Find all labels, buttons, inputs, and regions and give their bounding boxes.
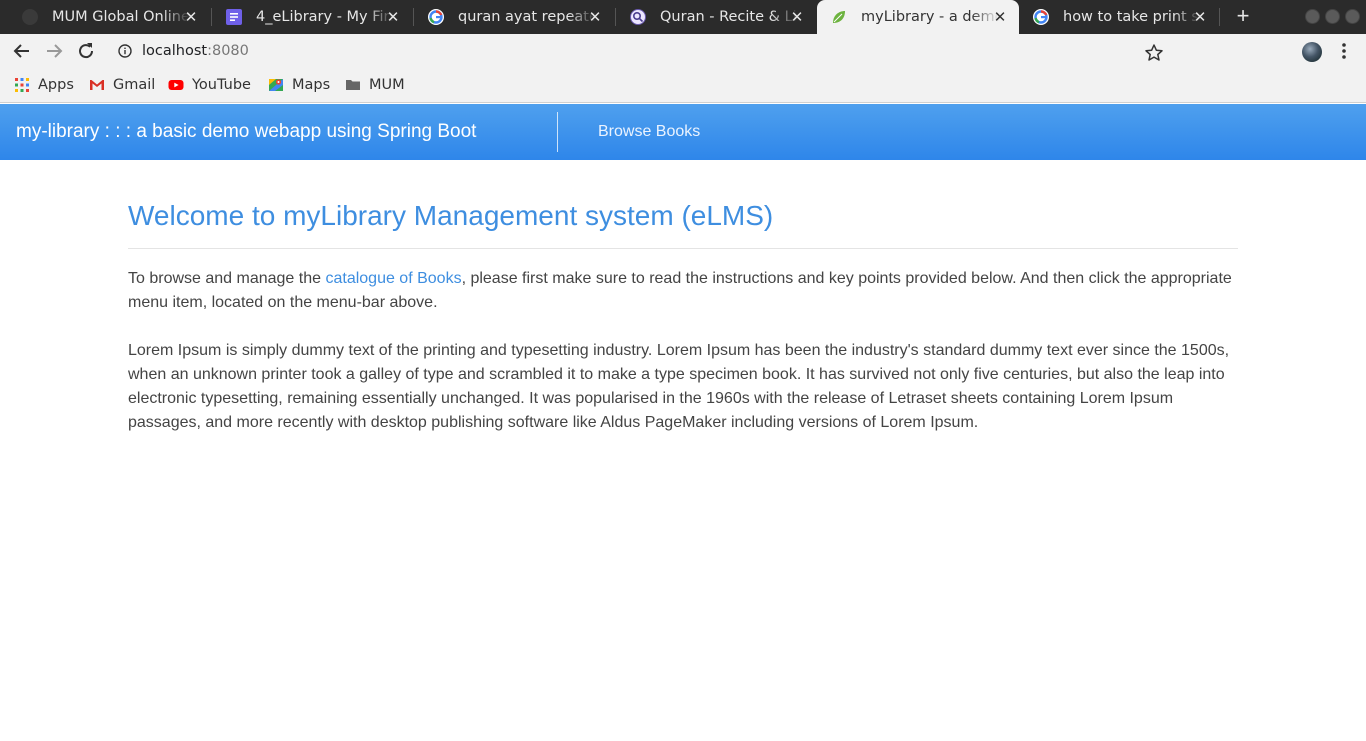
reload-button[interactable] (74, 39, 98, 63)
title-divider (128, 248, 1238, 249)
minimize-window-button[interactable] (1305, 9, 1320, 24)
intro-text-before: To browse and manage the (128, 270, 326, 287)
address-bar[interactable]: localhost:8080 (108, 37, 1248, 65)
browser-tab-active[interactable]: myLibrary - a demo s ✕ (817, 0, 1019, 34)
close-tab-icon[interactable]: ✕ (182, 8, 200, 26)
maps-icon (269, 79, 283, 91)
back-arrow-icon (13, 44, 29, 58)
close-tab-icon[interactable]: ✕ (991, 8, 1009, 26)
info-icon[interactable] (118, 44, 132, 58)
folder-icon (346, 80, 360, 90)
google-icon (428, 9, 444, 25)
quran-search-icon (630, 9, 646, 25)
bookmark-maps[interactable]: Maps (268, 75, 330, 95)
bookmark-label: Apps (38, 77, 74, 93)
page-title: Welcome to myLibrary Management system (… (128, 200, 774, 231)
browser-tab[interactable]: 4_eLibrary - My First ✕ (212, 0, 412, 34)
intro-paragraph: To browse and manage the catalogue of Bo… (128, 267, 1238, 315)
bookmarks-bar: Apps Gmail YouTube Maps MUM (0, 68, 1366, 103)
profile-avatar[interactable] (1302, 42, 1322, 62)
bookmark-label: Maps (292, 77, 331, 93)
bookmark-youtube[interactable]: YouTube (168, 75, 251, 95)
forward-button[interactable] (42, 39, 66, 63)
menu-kebab-icon[interactable] (1338, 41, 1350, 61)
bookmark-mum-folder[interactable]: MUM (345, 75, 405, 95)
bookmark-label: Gmail (113, 77, 156, 93)
main-content: Welcome to myLibrary Management system (… (128, 196, 1238, 435)
forward-arrow-icon (47, 44, 63, 58)
bookmark-gmail[interactable]: Gmail (89, 75, 155, 95)
mum-icon (22, 9, 38, 25)
docs-icon (226, 9, 242, 25)
bookmark-star-icon[interactable] (1144, 43, 1164, 63)
gmail-icon (90, 80, 104, 90)
new-tab-button[interactable]: + (1231, 4, 1255, 28)
tab-title: how to take print sc (1063, 9, 1201, 25)
back-button[interactable] (10, 39, 34, 63)
tab-title: myLibrary - a demo s (861, 9, 999, 25)
catalogue-link[interactable]: catalogue of Books (325, 270, 461, 287)
tab-separator (1219, 8, 1220, 26)
tab-title: Quran - Recite & List (660, 9, 798, 25)
bookmark-label: MUM (369, 77, 405, 93)
youtube-icon (168, 80, 184, 90)
browse-books-link[interactable]: Browse Books (598, 123, 700, 141)
browser-tab[interactable]: Quran - Recite & List ✕ (616, 0, 816, 34)
app-brand[interactable]: my-library : : : a basic demo webapp usi… (16, 121, 476, 143)
url-text[interactable]: localhost:8080 (142, 43, 249, 59)
maximize-window-button[interactable] (1325, 9, 1340, 24)
browser-tab[interactable]: how to take print sc ✕ (1019, 0, 1219, 34)
navbar-divider (557, 112, 558, 152)
apps-grid-icon (15, 78, 29, 92)
tab-title: quran ayat repeater (458, 9, 596, 25)
lorem-paragraph: Lorem Ipsum is simply dummy text of the … (128, 342, 1230, 431)
reload-icon (79, 43, 94, 59)
browser-tab-strip: MUM Global Online ✕ 4_eLibrary - My Firs… (0, 0, 1366, 34)
browser-toolbar: localhost:8080 (0, 34, 1366, 68)
url-port: :8080 (207, 43, 249, 59)
close-window-button[interactable] (1345, 9, 1360, 24)
spring-leaf-icon (831, 9, 847, 25)
bookmark-label: YouTube (192, 77, 251, 93)
tab-title: 4_eLibrary - My First (256, 9, 394, 25)
app-navbar: my-library : : : a basic demo webapp usi… (0, 104, 1366, 160)
close-tab-icon[interactable]: ✕ (586, 8, 604, 26)
browser-tab[interactable]: quran ayat repeater ✕ (414, 0, 614, 34)
google-icon (1033, 9, 1049, 25)
close-tab-icon[interactable]: ✕ (384, 8, 402, 26)
browser-tab[interactable]: MUM Global Online ✕ (8, 0, 210, 34)
bookmark-apps[interactable]: Apps (14, 75, 74, 95)
close-tab-icon[interactable]: ✕ (1191, 8, 1209, 26)
close-tab-icon[interactable]: ✕ (788, 8, 806, 26)
url-host: localhost (142, 43, 208, 59)
tab-title: MUM Global Online (52, 9, 190, 25)
